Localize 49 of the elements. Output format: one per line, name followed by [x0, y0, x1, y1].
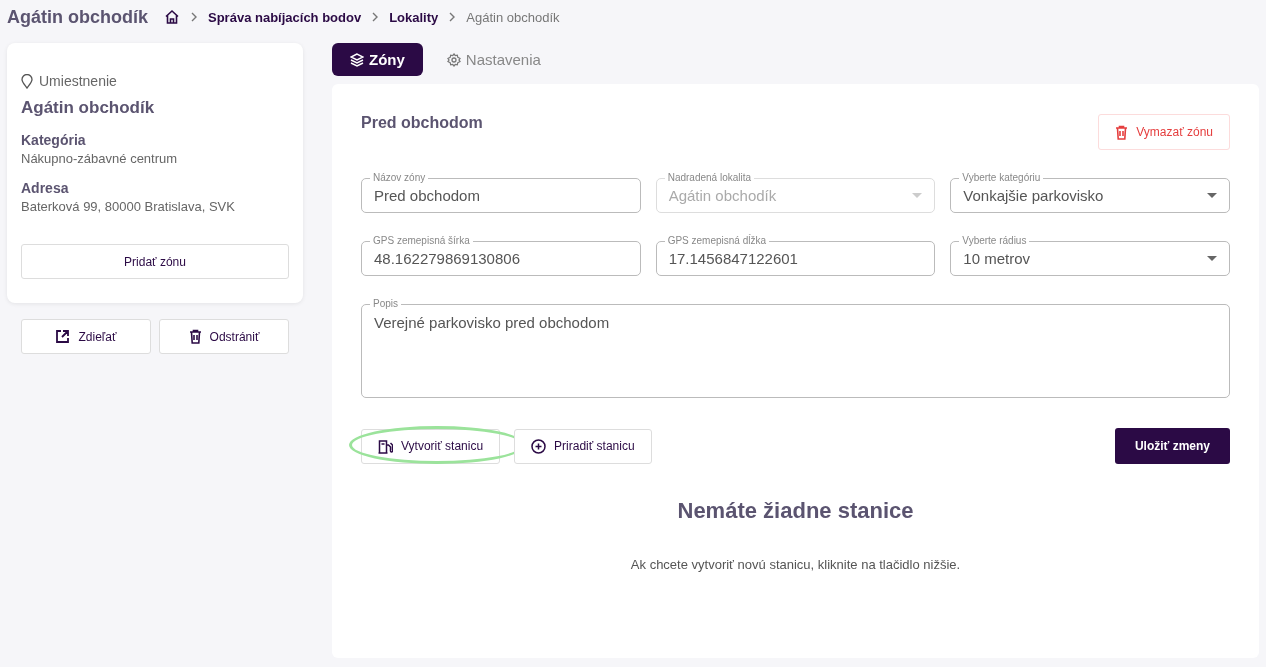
chevron-right-icon: [448, 12, 457, 22]
settings-icon: [446, 52, 461, 67]
trash-icon: [188, 329, 202, 344]
add-zone-button[interactable]: Pridať zónu: [21, 244, 289, 279]
field-label: GPS zemepisná šírka: [370, 235, 473, 247]
location-name: Agátin obchodík: [21, 98, 156, 118]
delete-button[interactable]: Odstrániť: [159, 319, 289, 354]
field-label: Nadradená lokalita: [664, 172, 755, 184]
layers-icon: [350, 52, 364, 67]
field-label: GPS zemepisná dĺžka: [664, 235, 770, 247]
save-button[interactable]: Uložiť zmeny: [1114, 428, 1230, 464]
field-value: 48.162279869130806: [374, 250, 521, 267]
assign-station-button[interactable]: Priradiť stanicu: [514, 428, 652, 464]
dropdown-caret-icon: [1207, 256, 1217, 261]
empty-state-text: Ak chcete vytvoriť novú stanicu, kliknite na tlačidlo nižšie.: [629, 557, 962, 572]
field-value: 17.1456847122601: [668, 250, 799, 267]
chevron-right-icon: [190, 12, 198, 22]
field-value: Vonkajšie parkovisko: [963, 187, 1105, 204]
field-value: 10 metrov: [963, 250, 1032, 267]
field-label: Vyberte rádius: [959, 235, 1030, 247]
breadcrumb-link[interactable]: Agátin obchodík: [466, 9, 560, 25]
location-label: Umiestnenie: [39, 73, 117, 89]
dropdown-caret-icon: [912, 193, 923, 198]
field-value: Agátin obchodík: [668, 187, 778, 204]
tab[interactable]: Zóny: [332, 43, 423, 76]
section-heading: Kategória: [21, 132, 87, 148]
zone-title: Pred obchodom: [361, 114, 483, 132]
field-label: Vyberte kategóriu: [959, 172, 1044, 184]
field-label: Názov zóny: [370, 172, 429, 184]
breadcrumb-link[interactable]: Správa nabíjacích bodov: [208, 9, 362, 25]
home-icon[interactable]: [164, 9, 180, 25]
breadcrumb-link[interactable]: Lokality: [389, 9, 439, 25]
section-heading: Adresa: [21, 180, 70, 196]
external-link-icon: [55, 329, 71, 344]
field-label: Popis: [370, 298, 401, 310]
chevron-right-icon: [371, 12, 380, 22]
fuel-pump-icon: [378, 438, 393, 454]
trash-icon: [1115, 124, 1129, 140]
field-value: Verejné parkovisko pred obchodom: [374, 314, 611, 331]
plus-circle-icon: [531, 438, 547, 454]
delete-zone-button[interactable]: Vymazať zónu: [1098, 114, 1230, 150]
section-value: Baterková 99, 80000 Bratislava, SVK: [21, 199, 236, 214]
field-value: Pred obchodom: [374, 187, 481, 204]
dropdown-caret-icon: [1207, 193, 1217, 198]
section-value: Nákupno-zábavné centrum: [21, 151, 179, 166]
empty-state-title: Nemáte žiadne stanice: [676, 498, 915, 524]
map-pin-icon: [21, 73, 33, 89]
share-button[interactable]: Zdieľať: [21, 319, 151, 354]
page-title: Agátin obchodík: [7, 6, 148, 28]
